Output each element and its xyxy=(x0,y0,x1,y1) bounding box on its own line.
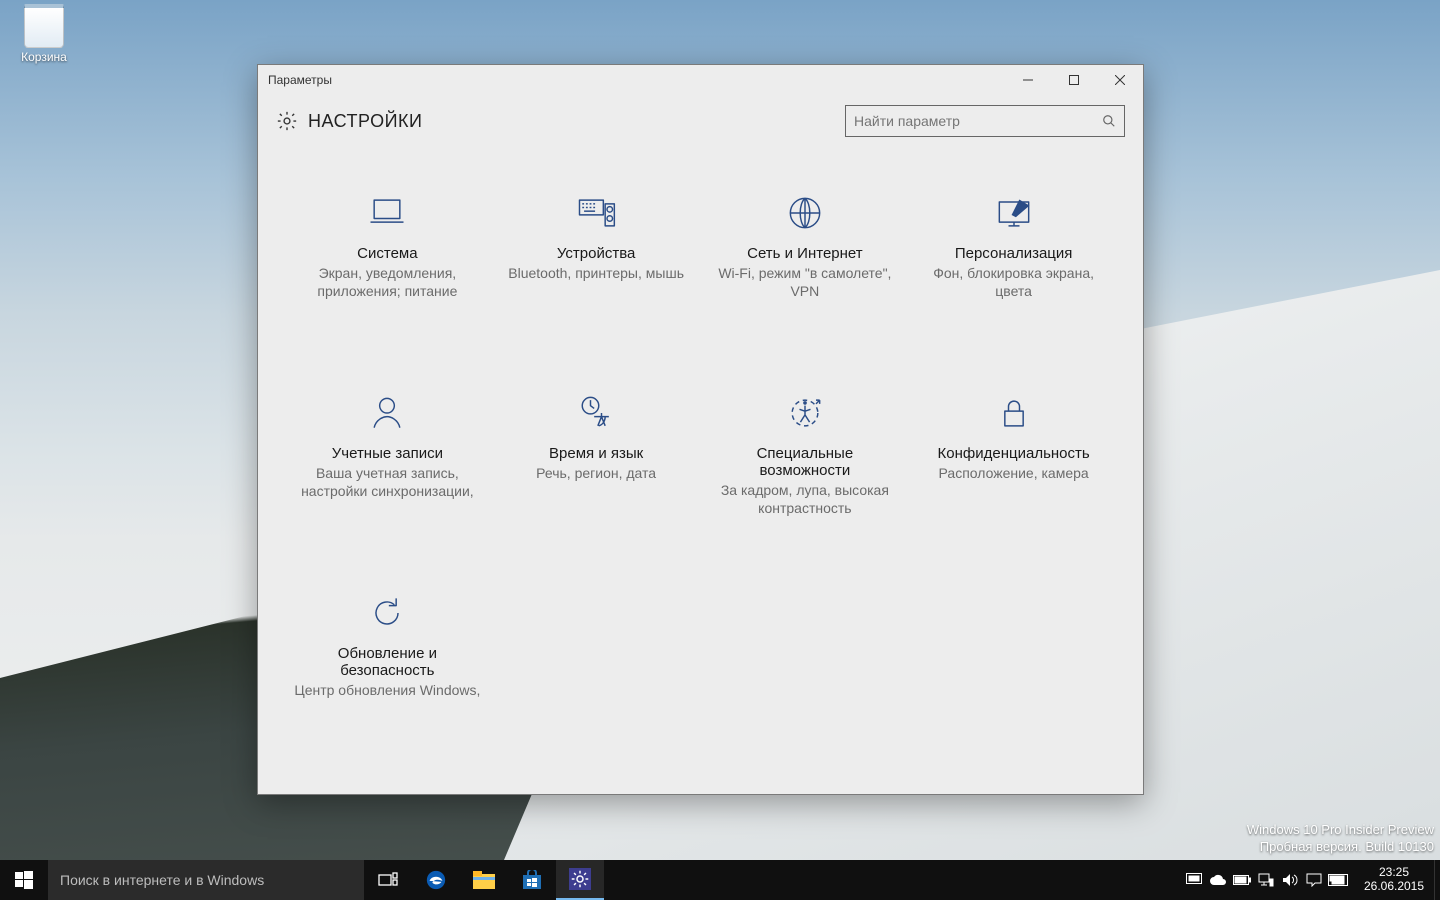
tray-battery-icon[interactable] xyxy=(1230,860,1254,900)
ease-of-access-icon xyxy=(712,385,899,441)
clock-time: 23:25 xyxy=(1379,866,1409,880)
gear-icon xyxy=(276,110,298,132)
recycle-bin-label: Корзина xyxy=(8,50,80,64)
category-description: Ваша учетная запись, настройки синхрониз… xyxy=(294,464,481,500)
start-button[interactable] xyxy=(0,860,48,900)
globe-icon xyxy=(712,185,899,241)
category-description: Bluetooth, принтеры, мышь xyxy=(503,264,690,282)
search-icon xyxy=(1102,114,1116,128)
taskbar-app-edge[interactable] xyxy=(412,860,460,900)
category-title: Персонализация xyxy=(920,245,1107,262)
task-view-button[interactable] xyxy=(364,860,412,900)
window-title: Параметры xyxy=(258,73,332,87)
tray-input-indicator-icon[interactable] xyxy=(1182,860,1206,900)
laptop-icon xyxy=(294,185,481,241)
category-privacy[interactable]: Конфиденциальность Расположение, камера xyxy=(914,385,1113,575)
taskbar-app-settings[interactable] xyxy=(556,860,604,900)
taskbar-clock[interactable]: 23:25 26.06.2015 xyxy=(1354,860,1434,900)
recycle-bin-icon xyxy=(24,4,64,48)
lock-icon xyxy=(920,385,1107,441)
maximize-button[interactable] xyxy=(1051,65,1097,95)
time-language-icon xyxy=(503,385,690,441)
search-input[interactable] xyxy=(854,113,1102,129)
categories-grid: Система Экран, уведомления, приложения; … xyxy=(258,145,1143,794)
page-title: НАСТРОЙКИ xyxy=(308,111,422,132)
category-title: Сеть и Интернет xyxy=(712,245,899,262)
desktop-icon-recycle-bin[interactable]: Корзина xyxy=(8,4,80,64)
personalization-icon xyxy=(920,185,1107,241)
settings-window: Параметры НАСТРОЙКИ Система xyxy=(257,64,1144,795)
category-description: Расположение, камера xyxy=(920,464,1107,482)
search-box[interactable] xyxy=(845,105,1125,137)
category-personalization[interactable]: Персонализация Фон, блокировка экрана, ц… xyxy=(914,185,1113,375)
tray-onedrive-icon[interactable] xyxy=(1206,860,1230,900)
category-description: Фон, блокировка экрана, цвета xyxy=(920,264,1107,300)
category-description: Wi-Fi, режим "в самолете", VPN xyxy=(712,264,899,300)
taskbar-search-placeholder: Поиск в интернете и в Windows xyxy=(60,872,264,888)
person-icon xyxy=(294,385,481,441)
category-title: Конфиденциальность xyxy=(920,445,1107,462)
close-button[interactable] xyxy=(1097,65,1143,95)
tray-volume-icon[interactable] xyxy=(1278,860,1302,900)
category-title: Система xyxy=(294,245,481,262)
clock-date: 26.06.2015 xyxy=(1364,880,1424,894)
category-accounts[interactable]: Учетные записи Ваша учетная запись, наст… xyxy=(288,385,487,575)
tray-network-icon[interactable] xyxy=(1254,860,1278,900)
category-title: Учетные записи xyxy=(294,445,481,462)
category-time-language[interactable]: Время и язык Речь, регион, дата xyxy=(497,385,696,575)
update-icon xyxy=(294,585,481,641)
taskbar: Поиск в интернете и в Windows 23:25 26.0… xyxy=(0,860,1440,900)
category-description: За кадром, лупа, высокая контрастность xyxy=(712,481,899,517)
system-tray xyxy=(1182,860,1354,900)
devices-icon xyxy=(503,185,690,241)
category-description: Экран, уведомления, приложения; питание xyxy=(294,264,481,300)
taskbar-app-explorer[interactable] xyxy=(460,860,508,900)
category-devices[interactable]: Устройства Bluetooth, принтеры, мышь xyxy=(497,185,696,375)
tray-keyboard-icon[interactable] xyxy=(1326,860,1350,900)
show-desktop-button[interactable] xyxy=(1434,860,1440,900)
category-ease-of-access[interactable]: Специальные возможности За кадром, лупа,… xyxy=(706,385,905,575)
category-description: Речь, регион, дата xyxy=(503,464,690,482)
category-title: Устройства xyxy=(503,245,690,262)
taskbar-search[interactable]: Поиск в интернете и в Windows xyxy=(48,860,364,900)
windows-watermark: Windows 10 Pro Insider Preview Пробная в… xyxy=(1247,822,1434,856)
category-description: Центр обновления Windows, xyxy=(294,681,481,699)
category-system[interactable]: Система Экран, уведомления, приложения; … xyxy=(288,185,487,375)
category-update-security[interactable]: Обновление и безопасность Центр обновлен… xyxy=(288,585,487,775)
taskbar-app-store[interactable] xyxy=(508,860,556,900)
tray-action-center-icon[interactable] xyxy=(1302,860,1326,900)
minimize-button[interactable] xyxy=(1005,65,1051,95)
category-title: Специальные возможности xyxy=(712,445,899,479)
watermark-line2: Пробная версия. Build 10130 xyxy=(1247,839,1434,856)
category-network[interactable]: Сеть и Интернет Wi-Fi, режим "в самолете… xyxy=(706,185,905,375)
window-titlebar[interactable]: Параметры xyxy=(258,65,1143,95)
watermark-line1: Windows 10 Pro Insider Preview xyxy=(1247,822,1434,839)
category-title: Обновление и безопасность xyxy=(294,645,481,679)
category-title: Время и язык xyxy=(503,445,690,462)
settings-header: НАСТРОЙКИ xyxy=(258,95,1143,145)
